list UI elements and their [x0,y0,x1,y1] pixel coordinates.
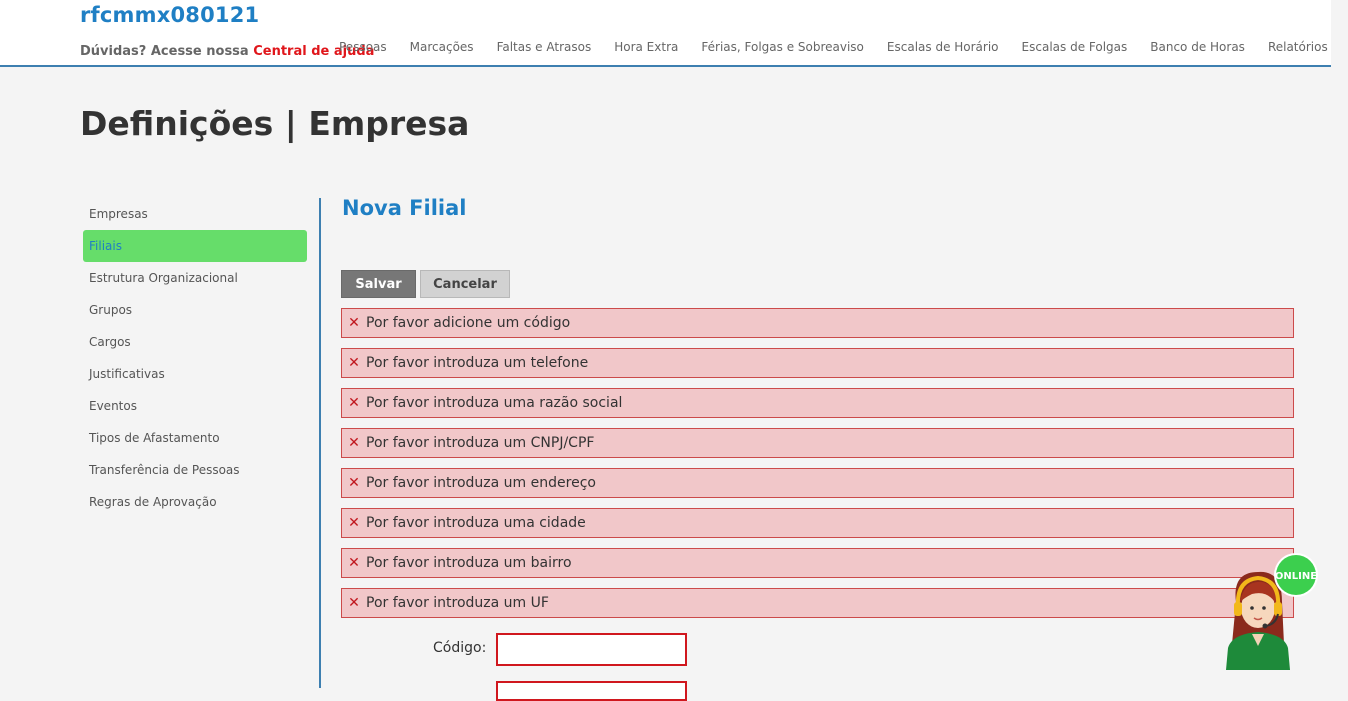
nav-escalas-folgas[interactable]: Escalas de Folgas [1022,40,1128,54]
nav-hora-extra[interactable]: Hora Extra [614,40,678,54]
codigo-input[interactable] [496,633,687,666]
company-name[interactable]: rfcmmx080121 [80,3,259,27]
error-text: Por favor introduza uma cidade [366,515,586,531]
error-x-icon: ✕ [348,595,360,611]
error-message: ✕ Por favor introduza uma razão social [341,388,1294,418]
help-prefix: Dúvidas? Acesse nossa [80,44,249,59]
error-x-icon: ✕ [348,515,360,531]
error-message: ✕ Por favor introduza um bairro [341,548,1294,578]
error-x-icon: ✕ [348,435,360,451]
sidebar-item-grupos[interactable]: Grupos [83,294,307,326]
page-title: Definições | Empresa [80,104,470,143]
error-x-icon: ✕ [348,315,360,331]
online-chat-widget[interactable]: ONLINE [1222,552,1322,670]
top-header: rfcmmx080121 Dúvidas? Acesse nossa Centr… [0,0,1331,67]
nav-ferias-folgas[interactable]: Férias, Folgas e Sobreaviso [701,40,864,54]
cancel-button[interactable]: Cancelar [420,270,510,298]
sidebar-item-empresas[interactable]: Empresas [83,198,307,230]
error-text: Por favor introduza um UF [366,595,549,611]
sidebar-item-eventos[interactable]: Eventos [83,390,307,422]
nav-faltas-atrasos[interactable]: Faltas e Atrasos [497,40,592,54]
error-message: ✕ Por favor introduza um UF [341,588,1294,618]
sidebar-item-cargos[interactable]: Cargos [83,326,307,358]
main-nav: Pessoas Marcações Faltas e Atrasos Hora … [339,40,1348,54]
nav-pessoas[interactable]: Pessoas [339,40,387,54]
next-field-input[interactable] [496,681,687,701]
error-x-icon: ✕ [348,355,360,371]
error-text: Por favor introduza uma razão social [366,395,623,411]
error-text: Por favor introduza um endereço [366,475,596,491]
error-x-icon: ✕ [348,395,360,411]
error-text: Por favor introduza um bairro [366,555,572,571]
error-text: Por favor introduza um telefone [366,355,589,371]
error-message: ✕ Por favor introduza um endereço [341,468,1294,498]
save-button[interactable]: Salvar [341,270,416,298]
sidebar-item-transferencia-pessoas[interactable]: Transferência de Pessoas [83,454,307,486]
sidebar-item-filiais[interactable]: Filiais [83,230,307,262]
support-agent-icon: ONLINE [1226,553,1318,670]
error-message: ✕ Por favor introduza uma cidade [341,508,1294,538]
error-text: Por favor introduza um CNPJ/CPF [366,435,595,451]
error-x-icon: ✕ [348,555,360,571]
sidebar-item-estrutura-organizacional[interactable]: Estrutura Organizacional [83,262,307,294]
online-badge: ONLINE [1275,571,1317,582]
error-message: ✕ Por favor introduza um CNPJ/CPF [341,428,1294,458]
help-text: Dúvidas? Acesse nossa Central de ajuda [80,44,374,59]
form-title: Nova Filial [342,196,467,220]
nav-relatorios[interactable]: Relatórios [1268,40,1328,54]
sidebar-item-tipos-afastamento[interactable]: Tipos de Afastamento [83,422,307,454]
error-text: Por favor adicione um código [366,315,571,331]
sidebar: Empresas Filiais Estrutura Organizaciona… [83,198,307,518]
nav-marcacoes[interactable]: Marcações [410,40,474,54]
error-x-icon: ✕ [348,475,360,491]
sidebar-item-justificativas[interactable]: Justificativas [83,358,307,390]
nav-banco-horas[interactable]: Banco de Horas [1150,40,1245,54]
sidebar-item-regras-aprovacao[interactable]: Regras de Aprovação [83,486,307,518]
nav-escalas-horario[interactable]: Escalas de Horário [887,40,999,54]
error-message: ✕ Por favor adicione um código [341,308,1294,338]
error-list: ✕ Por favor adicione um código ✕ Por favor… [341,308,1294,628]
content-divider [319,198,321,688]
error-message: ✕ Por favor introduza um telefone [341,348,1294,378]
codigo-label: Código: [433,640,487,656]
